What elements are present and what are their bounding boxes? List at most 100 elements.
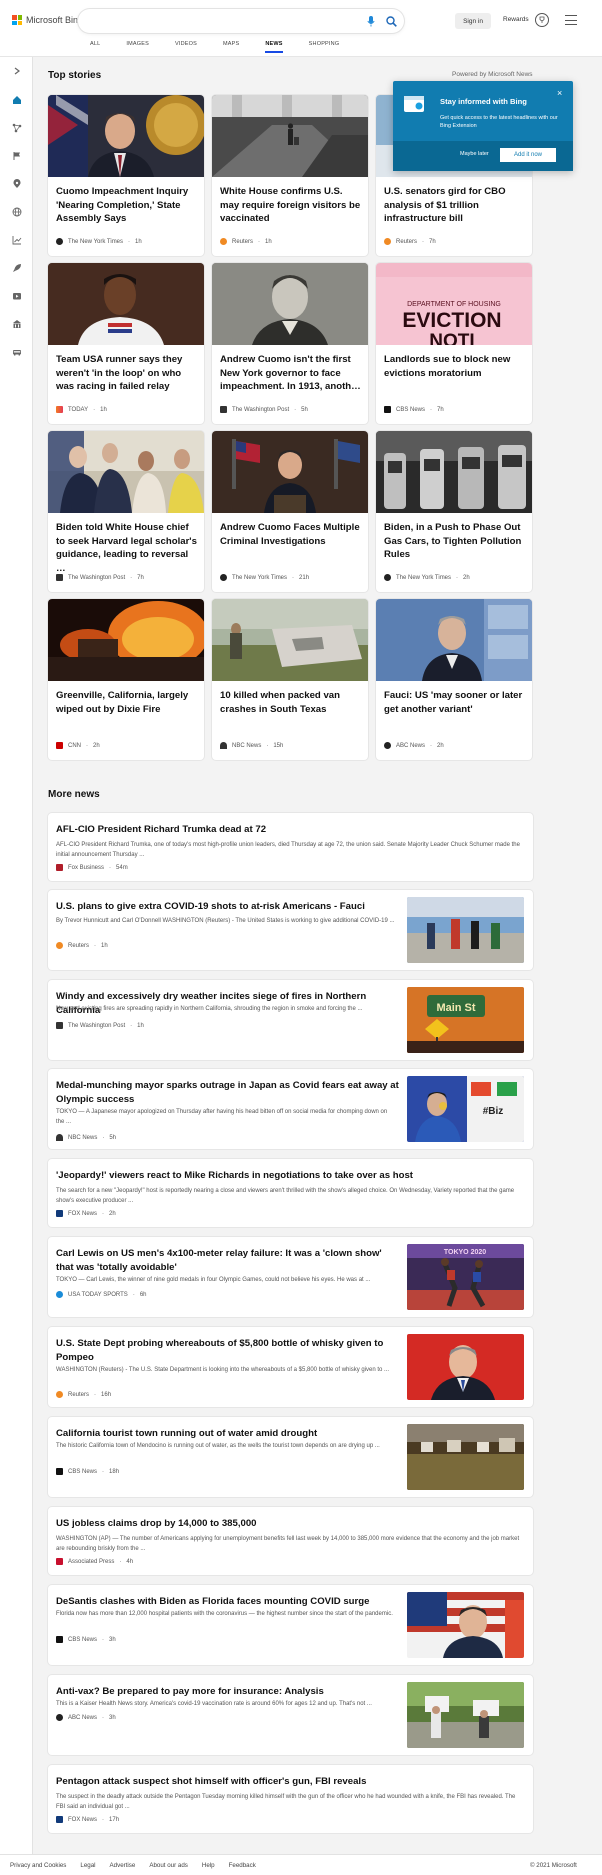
story-source: The Washington Post · 7h xyxy=(56,574,144,581)
reuters-logo-icon xyxy=(56,942,63,949)
news-image xyxy=(407,897,524,963)
footer-link-legal[interactable]: Legal xyxy=(80,1862,95,1869)
news-title[interactable]: Pentagon attack suspect shot himself wit… xyxy=(56,1775,526,1789)
story-title[interactable]: U.S. senators gird for CBO analysis of $… xyxy=(384,185,526,226)
microphone-icon[interactable] xyxy=(364,14,378,28)
story-title[interactable]: Fauci: US 'may sooner or later get anoth… xyxy=(384,689,526,716)
story-title[interactable]: Andrew Cuomo isn't the first New York go… xyxy=(220,353,362,394)
news-item[interactable]: Windy and excessively dry weather incite… xyxy=(48,980,533,1060)
cbs-news-logo-icon xyxy=(56,1636,63,1643)
news-item[interactable]: US jobless claims drop by 14,000 to 385,… xyxy=(48,1507,533,1575)
flag-icon[interactable] xyxy=(0,146,33,166)
tab-all[interactable]: ALL xyxy=(90,41,100,53)
news-title[interactable]: US jobless claims drop by 14,000 to 385,… xyxy=(56,1517,526,1531)
story-card[interactable]: Biden, in a Push to Phase Out Gas Cars, … xyxy=(376,431,532,592)
story-card[interactable]: White House confirms U.S. may require fo… xyxy=(212,95,368,256)
expand-icon[interactable] xyxy=(0,61,33,81)
news-title[interactable]: DeSantis clashes with Biden as Florida f… xyxy=(56,1595,401,1609)
story-title[interactable]: Landlords sue to block new evictions mor… xyxy=(384,353,526,380)
page-footer: Privacy and Cookies Legal Advertise Abou… xyxy=(0,1854,602,1875)
story-image xyxy=(48,431,204,513)
close-icon[interactable]: × xyxy=(557,89,562,98)
news-item[interactable]: Carl Lewis on US men's 4x100-meter relay… xyxy=(48,1237,533,1317)
footer-link-privacy[interactable]: Privacy and Cookies xyxy=(10,1862,66,1869)
story-card[interactable]: Fauci: US 'may sooner or later get anoth… xyxy=(376,599,532,760)
rewards-trophy-icon[interactable] xyxy=(535,13,549,27)
news-title[interactable]: Anti-vax? Be prepared to pay more for in… xyxy=(56,1685,401,1699)
news-title[interactable]: Carl Lewis on US men's 4x100-meter relay… xyxy=(56,1247,401,1274)
home-icon[interactable] xyxy=(0,90,33,110)
news-item[interactable]: Anti-vax? Be prepared to pay more for in… xyxy=(48,1675,533,1755)
story-card[interactable]: 10 killed when packed van crashes in Sou… xyxy=(212,599,368,760)
news-item[interactable]: 'Jeopardy!' viewers react to Mike Richar… xyxy=(48,1159,533,1227)
entertainment-icon[interactable] xyxy=(0,286,33,306)
news-age: 18h xyxy=(109,1468,120,1475)
footer-link-help[interactable]: Help xyxy=(202,1862,215,1869)
rewards-link[interactable]: Rewards xyxy=(503,16,529,23)
news-item[interactable]: U.S. State Dept probing whereabouts of $… xyxy=(48,1327,533,1407)
source-separator: · xyxy=(102,1210,105,1217)
tab-images[interactable]: IMAGES xyxy=(126,41,149,53)
story-title[interactable]: Biden told White House chief to seek Har… xyxy=(56,521,198,575)
footer-link-about-ads[interactable]: About our ads xyxy=(149,1862,188,1869)
building-icon[interactable] xyxy=(0,314,33,334)
news-image: TOKYO 2020 xyxy=(407,1244,524,1310)
story-card[interactable]: Biden told White House chief to seek Har… xyxy=(48,431,204,592)
story-card[interactable]: Team USA runner says they weren't 'in th… xyxy=(48,263,204,424)
news-title[interactable]: California tourist town running out of w… xyxy=(56,1427,401,1441)
world-icon[interactable] xyxy=(0,202,33,222)
story-card[interactable]: Andrew Cuomo isn't the first New York go… xyxy=(212,263,368,424)
news-item[interactable]: Medal-munching mayor sparks outrage in J… xyxy=(48,1069,533,1149)
news-source: Reuters · 16h xyxy=(56,1391,111,1398)
news-item[interactable]: Pentagon attack suspect shot himself wit… xyxy=(48,1765,533,1833)
news-item[interactable]: DeSantis clashes with Biden as Florida f… xyxy=(48,1585,533,1665)
news-title[interactable]: U.S. State Dept probing whereabouts of $… xyxy=(56,1337,396,1364)
story-age: 2h xyxy=(93,742,100,749)
business-chart-icon[interactable] xyxy=(0,230,33,250)
story-title[interactable]: Greenville, California, largely wiped ou… xyxy=(56,689,198,716)
story-title[interactable]: Cuomo Impeachment Inquiry 'Nearing Compl… xyxy=(56,185,198,226)
tab-videos[interactable]: VIDEOS xyxy=(175,41,197,53)
add-it-now-button[interactable]: Add it now xyxy=(500,148,556,162)
sign-in-button[interactable]: Sign in xyxy=(455,13,491,29)
story-source: CNN · 2h xyxy=(56,742,100,749)
tab-news[interactable]: NEWS xyxy=(265,41,283,53)
story-card[interactable]: Andrew Cuomo Faces Multiple Criminal Inv… xyxy=(212,431,368,592)
search-icon[interactable] xyxy=(384,14,398,28)
search-input[interactable] xyxy=(78,9,404,33)
rocket-icon[interactable] xyxy=(0,258,33,278)
news-title[interactable]: 'Jeopardy!' viewers react to Mike Richar… xyxy=(56,1169,526,1183)
story-title[interactable]: Andrew Cuomo Faces Multiple Criminal Inv… xyxy=(220,521,362,548)
globe-network-icon[interactable] xyxy=(0,118,33,138)
story-title[interactable]: Team USA runner says they weren't 'in th… xyxy=(56,353,198,394)
news-item[interactable]: U.S. plans to give extra COVID-19 shots … xyxy=(48,890,533,970)
story-image xyxy=(212,95,368,177)
bing-logo[interactable]: Microsoft Bing xyxy=(12,15,83,25)
news-title[interactable]: AFL-CIO President Richard Trumka dead at… xyxy=(56,823,526,837)
nyt-logo-icon xyxy=(56,238,63,245)
source-name: The Washington Post xyxy=(68,574,126,581)
reuters-logo-icon xyxy=(220,238,227,245)
source-separator: · xyxy=(94,942,97,949)
footer-link-advertise[interactable]: Advertise xyxy=(110,1862,136,1869)
story-title[interactable]: Biden, in a Push to Phase Out Gas Cars, … xyxy=(384,521,526,562)
story-card[interactable]: DEPARTMENT OF HOUSING EVICTION NOTI Land… xyxy=(376,263,532,424)
maybe-later-button[interactable]: Maybe later xyxy=(460,151,489,157)
news-age: 1h xyxy=(101,942,108,949)
story-title[interactable]: White House confirms U.S. may require fo… xyxy=(220,185,362,226)
footer-link-feedback[interactable]: Feedback xyxy=(229,1862,256,1869)
news-title[interactable]: Medal-munching mayor sparks outrage in J… xyxy=(56,1079,401,1106)
tab-maps[interactable]: MAPS xyxy=(223,41,239,53)
nyt-logo-icon xyxy=(220,574,227,581)
story-card[interactable]: Greenville, California, largely wiped ou… xyxy=(48,599,204,760)
story-card[interactable]: Cuomo Impeachment Inquiry 'Nearing Compl… xyxy=(48,95,204,256)
news-item[interactable]: AFL-CIO President Richard Trumka dead at… xyxy=(48,813,533,881)
news-title[interactable]: U.S. plans to give extra COVID-19 shots … xyxy=(56,900,396,914)
location-pin-icon[interactable] xyxy=(0,174,33,194)
hamburger-menu-icon[interactable] xyxy=(565,15,577,25)
news-description: The search for a new "Jeopardy!" host is… xyxy=(56,1188,515,1204)
tab-shopping[interactable]: SHOPPING xyxy=(309,41,340,53)
story-title[interactable]: 10 killed when packed van crashes in Sou… xyxy=(220,689,362,716)
car-icon[interactable] xyxy=(0,342,33,362)
news-item[interactable]: California tourist town running out of w… xyxy=(48,1417,533,1497)
